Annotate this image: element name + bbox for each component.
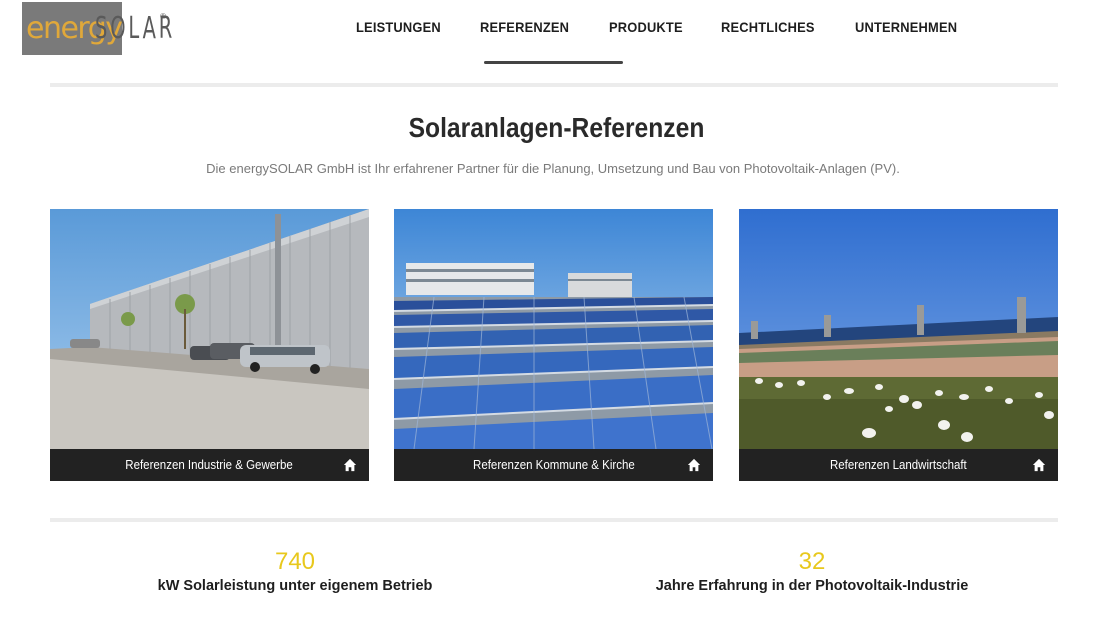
nav-item-produkte[interactable]: PRODUKTE — [609, 19, 683, 35]
card-industrie-gewerbe[interactable]: Referenzen Industrie & Gewerbe — [50, 209, 369, 481]
stat-label: kW Solarleistung unter eigenem Betrieb — [157, 578, 433, 594]
nav-item-leistungen[interactable]: LEISTUNGEN — [356, 19, 441, 35]
home-icon[interactable] — [1032, 458, 1046, 472]
card-landwirtschaft[interactable]: Referenzen Landwirtschaft — [739, 209, 1058, 481]
nav-item-referenzen[interactable]: REFERENZEN — [480, 19, 569, 35]
kommune-image — [394, 209, 713, 449]
industrie-image — [50, 209, 369, 449]
stat-label: Jahre Erfahrung in der Photovoltaik-Indu… — [655, 578, 969, 594]
landwirtschaft-image — [739, 209, 1058, 449]
stat-number: 740 — [274, 548, 316, 575]
home-icon[interactable] — [343, 458, 357, 472]
card-footer: Referenzen Kommune & Kirche — [394, 449, 713, 481]
card-footer: Referenzen Landwirtschaft — [739, 449, 1058, 481]
main-nav: LEISTUNGEN REFERENZEN PRODUKTE RECHTLICH… — [356, 19, 998, 35]
stat-erfahrung: 32 Jahre Erfahrung in der Photovoltaik-I… — [652, 548, 972, 594]
logo-registered-mark: ® — [160, 12, 166, 21]
nav-active-indicator — [484, 61, 623, 64]
brand-logo[interactable]: energy SOLAR ® — [22, 2, 172, 56]
page-subtitle: Die energySOLAR GmbH ist Ihr erfahrener … — [206, 161, 900, 176]
stat-number: 32 — [798, 548, 826, 575]
page-title: Solaranlagen-Referenzen — [408, 112, 705, 143]
card-kommune-kirche[interactable]: Referenzen Kommune & Kirche — [394, 209, 713, 481]
card-label: Referenzen Kommune & Kirche — [472, 458, 635, 472]
home-icon[interactable] — [687, 458, 701, 472]
card-footer: Referenzen Industrie & Gewerbe — [50, 449, 369, 481]
card-label: Referenzen Industrie & Gewerbe — [125, 458, 294, 472]
stat-solarleistung: 740 kW Solarleistung unter eigenem Betri… — [145, 548, 445, 594]
card-label: Referenzen Landwirtschaft — [830, 458, 967, 472]
divider-bottom — [50, 518, 1058, 522]
logo-solar-wrap: SOLAR — [95, 2, 206, 55]
nav-item-rechtliches[interactable]: RECHTLICHES — [721, 19, 815, 35]
nav-item-unternehmen[interactable]: UNTERNEHMEN — [855, 19, 957, 35]
divider-top — [50, 83, 1058, 87]
